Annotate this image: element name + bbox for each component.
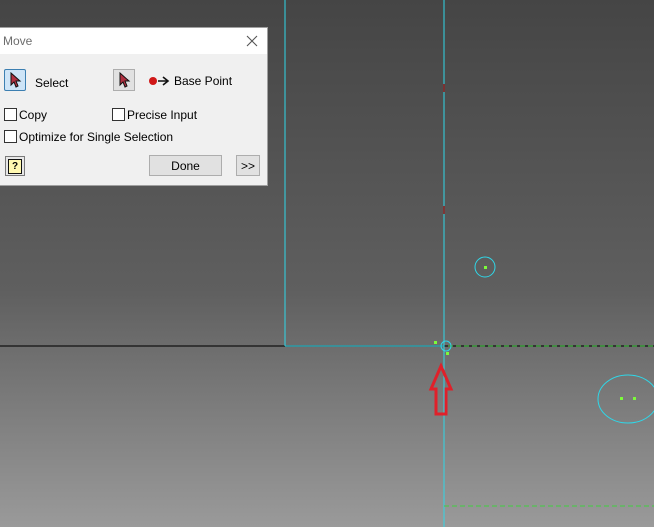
optimize-label: Optimize for Single Selection	[19, 130, 174, 144]
base-point-select-button[interactable]	[113, 69, 135, 91]
sketch-ellipse[interactable]	[597, 374, 654, 424]
corner-point[interactable]	[446, 352, 449, 355]
copy-checkbox[interactable]	[4, 108, 17, 121]
move-dialog: Move Select Base Point Copy Precise Inpu…	[0, 27, 268, 186]
ellipse-point[interactable]	[620, 397, 623, 400]
precise-input-label: Precise Input	[127, 108, 198, 122]
corner-point[interactable]	[434, 341, 437, 344]
help-icon: ?	[8, 158, 22, 174]
copy-label: Copy	[19, 108, 48, 122]
dialog-titlebar[interactable]: Move	[0, 28, 267, 54]
center-point[interactable]	[484, 266, 487, 269]
optimize-checkbox[interactable]	[4, 130, 17, 143]
expand-button[interactable]: >>	[236, 155, 260, 176]
red-arrow-icon	[428, 362, 454, 416]
close-icon[interactable]	[244, 33, 260, 49]
dialog-title: Move	[3, 34, 33, 48]
select-label: Select	[35, 76, 69, 90]
cursor-arrow-icon	[10, 72, 22, 88]
done-button[interactable]: Done	[149, 155, 222, 176]
base-point-icon	[148, 75, 170, 87]
ellipse-point[interactable]	[633, 397, 636, 400]
base-point-label: Base Point	[174, 74, 233, 88]
select-button[interactable]	[4, 69, 26, 91]
help-button[interactable]: ?	[5, 156, 25, 176]
cursor-arrow-icon	[119, 72, 131, 88]
precise-input-checkbox[interactable]	[112, 108, 125, 121]
